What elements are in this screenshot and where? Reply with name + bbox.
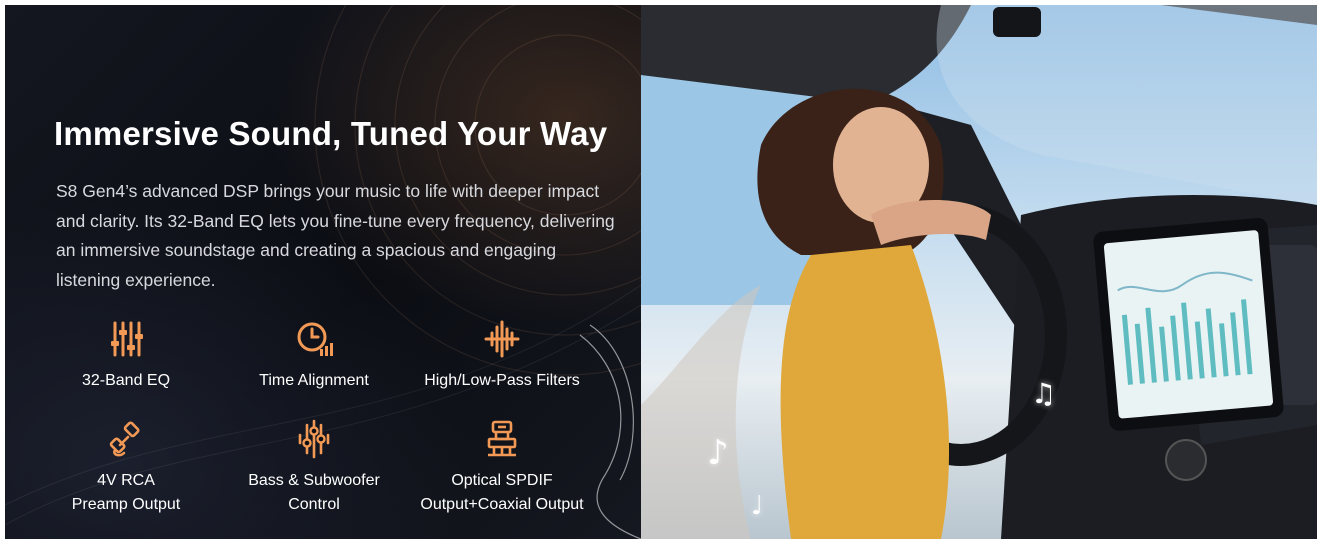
feature-label-2: Preamp Output — [71, 496, 181, 513]
promo-banner: Immersive Sound, Tuned Your Way S8 Gen4’… — [5, 5, 1317, 539]
feature-label-2: Control — [288, 496, 340, 513]
rca-cable-icon — [109, 421, 140, 457]
feature-32-band-eq: 32-Band EQ — [31, 319, 221, 393]
headline: Immersive Sound, Tuned Your Way — [54, 115, 608, 152]
feature-high-low-pass-filters: High/Low-Pass Filters — [407, 319, 597, 393]
feature-label: High/Low-Pass Filters — [424, 372, 580, 389]
waveform-icon — [484, 320, 520, 358]
music-note-2: ♩ — [751, 491, 764, 521]
bass-sliders-icon — [298, 419, 330, 459]
equalizer-sliders-icon — [111, 321, 143, 357]
car-interior-photo: ♪ ♩ ♫ — [641, 5, 1317, 539]
music-note-1: ♪ — [707, 433, 729, 473]
photo-illustration — [641, 5, 1317, 539]
description-text: S8 Gen4’s advanced DSP brings your music… — [56, 181, 615, 290]
feature-optical-coaxial-output: Optical SPDIF Output+Coaxial Output — [407, 419, 597, 517]
feature-label: Optical SPDIF — [451, 472, 553, 489]
clock-chart-icon — [297, 322, 333, 356]
feature-label: 4V RCA — [97, 472, 155, 489]
feature-bass-subwoofer-control: Bass & Subwoofer Control — [219, 419, 409, 517]
music-note-3: ♫ — [1031, 377, 1057, 410]
optical-connector-icon — [487, 420, 517, 457]
feature-label: 32-Band EQ — [81, 372, 171, 389]
text-panel: Immersive Sound, Tuned Your Way S8 Gen4’… — [5, 5, 641, 539]
feature-label-2: Output+Coaxial Output — [420, 496, 584, 513]
feature-label: Bass & Subwoofer — [248, 472, 380, 489]
feature-label: Time Alignment — [259, 372, 369, 389]
feature-rca-preamp-output: 4V RCA Preamp Output — [31, 419, 221, 517]
feature-time-alignment: Time Alignment — [219, 319, 409, 393]
